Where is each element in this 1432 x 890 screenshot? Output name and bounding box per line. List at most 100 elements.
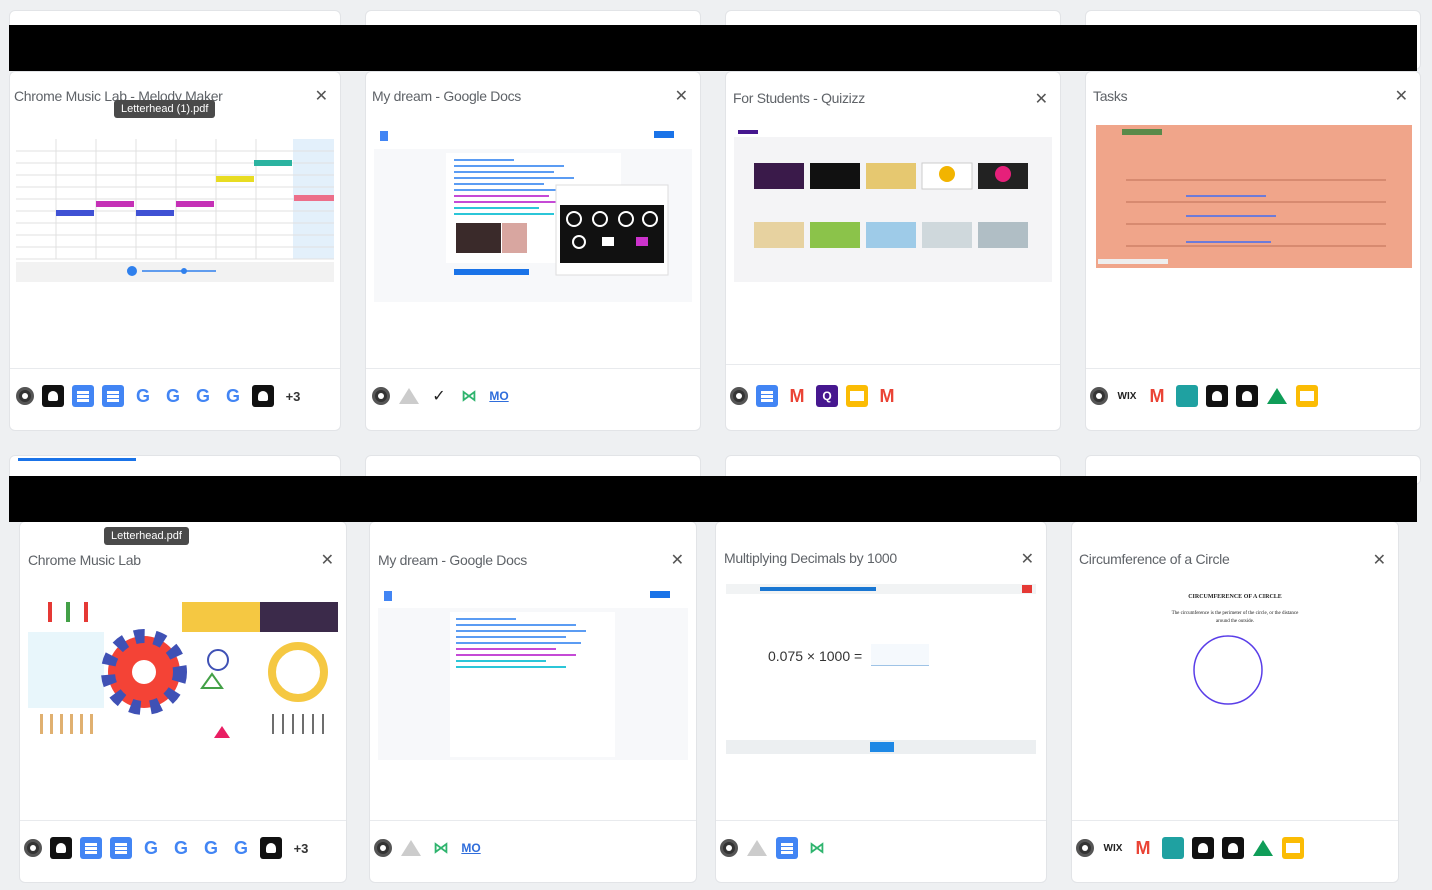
mo-icon[interactable]: MO <box>460 837 482 859</box>
user-icon[interactable] <box>1192 837 1214 859</box>
docs-icon[interactable] <box>776 837 798 859</box>
tab-card[interactable]: Circumference of a Circle ✕ CIRCUMFERENC… <box>1071 521 1399 883</box>
user-icon[interactable] <box>1206 385 1228 407</box>
bowtie-icon[interactable]: ⋈ <box>806 837 828 859</box>
close-icon[interactable]: ✕ <box>321 550 334 570</box>
wix-icon[interactable]: WIX <box>1116 385 1138 407</box>
card-footer: ⋈ MO <box>370 820 696 882</box>
chrome-icon[interactable] <box>730 387 748 405</box>
drive-icon[interactable] <box>400 837 422 859</box>
bowtie-icon[interactable]: ⋈ <box>430 837 452 859</box>
card-header: Circumference of a Circle ✕ <box>1072 522 1398 572</box>
docs-icon[interactable] <box>80 837 102 859</box>
tab-card[interactable]: Multiplying Decimals by 1000 ✕ 0.075 × 1… <box>715 521 1047 883</box>
gmail-icon[interactable]: M <box>1146 385 1168 407</box>
math-equation: 0.075 × 1000 = <box>768 648 863 664</box>
tab-icon-strip: M M <box>730 385 898 407</box>
card-footer: G G G G +3 <box>10 368 340 430</box>
close-icon[interactable]: ✕ <box>675 86 688 106</box>
more-tabs-count[interactable]: +3 <box>282 385 304 407</box>
google-drive-icon[interactable] <box>1252 837 1274 859</box>
card-footer: M M <box>726 364 1060 430</box>
quizizz-icon[interactable] <box>816 385 838 407</box>
google-icon[interactable]: G <box>230 837 252 859</box>
page-thumbnail[interactable] <box>1096 125 1412 268</box>
slides-icon[interactable] <box>1296 385 1318 407</box>
card-header: For Students - Quizizz ✕ <box>726 72 1060 122</box>
page-thumbnail[interactable] <box>16 127 334 282</box>
circle-figure <box>1193 635 1263 705</box>
docs-icon[interactable] <box>102 385 124 407</box>
close-icon[interactable]: ✕ <box>671 550 684 570</box>
tab-card[interactable]: For Students - Quizizz ✕ M Q M <box>725 71 1061 431</box>
chrome-icon[interactable] <box>1090 387 1108 405</box>
slides-icon[interactable] <box>1282 837 1304 859</box>
bowtie-icon[interactable]: ⋈ <box>458 385 480 407</box>
page-thumbnail[interactable]: 0.075 × 1000 = <box>726 584 1036 762</box>
chrome-icon[interactable] <box>16 387 34 405</box>
pen-icon[interactable]: ✓ <box>428 385 450 407</box>
close-icon[interactable]: ✕ <box>1021 549 1034 569</box>
chrome-icon[interactable] <box>1076 839 1094 857</box>
card-title: My dream - Google Docs <box>372 88 522 104</box>
docs-icon[interactable] <box>110 837 132 859</box>
close-icon[interactable]: ✕ <box>1395 86 1408 106</box>
card-header: Tasks ✕ <box>1086 72 1420 122</box>
tab-icon-strip: G G G G +3 <box>24 837 312 859</box>
docs-icon[interactable] <box>72 385 94 407</box>
user-icon[interactable] <box>1222 837 1244 859</box>
tooltip: Letterhead.pdf <box>104 527 189 545</box>
user-icon[interactable] <box>50 837 72 859</box>
google-icon[interactable]: G <box>200 837 222 859</box>
chrome-icon[interactable] <box>720 839 738 857</box>
tab-card[interactable]: My dream - Google Docs ✕ <box>365 71 701 431</box>
google-icon[interactable]: G <box>170 837 192 859</box>
gmail-icon[interactable]: M <box>1132 837 1154 859</box>
page-thumbnail[interactable] <box>734 127 1052 282</box>
card-title: For Students - Quizizz <box>733 90 865 106</box>
page-thumbnail[interactable]: CIRCUMFERENCE OF A CIRCLE The circumfere… <box>1080 584 1390 764</box>
chrome-icon[interactable] <box>374 839 392 857</box>
close-icon[interactable]: ✕ <box>1035 89 1048 109</box>
google-icon[interactable]: G <box>162 385 184 407</box>
page-thumbnail[interactable] <box>378 588 688 760</box>
user-icon[interactable] <box>260 837 282 859</box>
user-icon[interactable] <box>252 385 274 407</box>
google-icon[interactable]: G <box>222 385 244 407</box>
google-icon[interactable]: G <box>140 837 162 859</box>
docs-icon[interactable] <box>756 385 778 407</box>
drive-icon[interactable] <box>398 385 420 407</box>
tab-card[interactable]: Chrome Music Lab ✕ G G G G +3 <box>19 521 347 883</box>
drive-icon[interactable] <box>746 837 768 859</box>
tab-card[interactable]: Tasks ✕ WIX M <box>1085 71 1421 431</box>
answer-input[interactable] <box>871 644 929 666</box>
user-icon[interactable] <box>1236 385 1258 407</box>
google-icon[interactable]: G <box>132 385 154 407</box>
teal-app-icon[interactable] <box>1162 837 1184 859</box>
chrome-icon[interactable] <box>372 387 390 405</box>
more-tabs-count[interactable]: +3 <box>290 837 312 859</box>
chrome-icon[interactable] <box>24 839 42 857</box>
page-thumbnail[interactable] <box>28 588 338 748</box>
tab-groups-overview: Chrome Music Lab - Melody Maker ✕ Letter… <box>0 0 1432 890</box>
gmail-icon[interactable]: M <box>786 385 808 407</box>
mo-icon[interactable]: MO <box>488 385 510 407</box>
docs-preview <box>374 127 692 302</box>
selected-indicator <box>18 458 136 461</box>
tab-card[interactable]: My dream - Google Docs ✕ <box>369 521 697 883</box>
user-icon[interactable] <box>42 385 64 407</box>
google-drive-icon[interactable] <box>1266 385 1288 407</box>
docs-preview <box>378 588 688 760</box>
tab-icon-strip: ✓ ⋈ MO <box>372 385 510 407</box>
wix-icon[interactable]: WIX <box>1102 837 1124 859</box>
gmail-icon[interactable]: M <box>876 385 898 407</box>
card-footer: ⋈ <box>716 820 1046 882</box>
slides-icon[interactable] <box>846 385 868 407</box>
close-icon[interactable]: ✕ <box>1373 550 1386 570</box>
card-header: Multiplying Decimals by 1000 ✕ <box>716 522 1046 572</box>
close-icon[interactable]: ✕ <box>315 86 328 106</box>
tab-card[interactable]: Chrome Music Lab - Melody Maker ✕ Letter… <box>9 71 341 431</box>
google-icon[interactable]: G <box>192 385 214 407</box>
page-thumbnail[interactable] <box>374 127 692 302</box>
teal-app-icon[interactable] <box>1176 385 1198 407</box>
